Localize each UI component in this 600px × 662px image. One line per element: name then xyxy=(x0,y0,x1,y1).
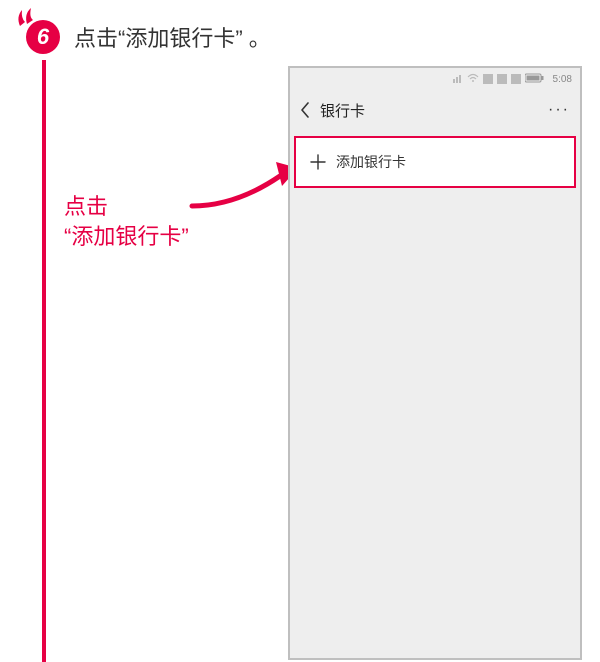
signal-icon xyxy=(453,73,463,86)
phone-mockup: 5:08 银行卡 ··· 添加银行卡 xyxy=(288,66,582,660)
step-title: 点击“添加银行卡” 。 xyxy=(74,21,271,53)
more-button[interactable]: ··· xyxy=(548,101,570,119)
status-icon xyxy=(497,74,507,84)
callout-line1: 点击 xyxy=(64,192,189,222)
arrow-icon xyxy=(186,158,298,210)
plus-icon xyxy=(310,154,326,170)
chevron-left-icon xyxy=(300,102,310,118)
callout-line2: “添加银行卡” xyxy=(64,222,189,252)
status-bar: 5:08 xyxy=(290,68,580,90)
status-time: 5:08 xyxy=(553,74,572,85)
nav-title: 银行卡 xyxy=(320,100,365,121)
battery-icon xyxy=(525,73,545,86)
callout-text: 点击 “添加银行卡” xyxy=(64,192,189,251)
add-card-row[interactable]: 添加银行卡 xyxy=(294,136,576,188)
wifi-icon xyxy=(467,73,479,86)
add-card-label: 添加银行卡 xyxy=(336,152,406,172)
step-header: 6 点击“添加银行卡” 。 xyxy=(0,0,600,54)
nav-bar: 银行卡 ··· xyxy=(290,90,580,130)
status-icon xyxy=(483,74,493,84)
vertical-divider xyxy=(42,60,46,662)
step-badge: 6 xyxy=(26,20,60,54)
flame-icon xyxy=(16,8,40,28)
phone-content-blank xyxy=(290,188,580,656)
nav-left: 银行卡 xyxy=(300,100,365,121)
back-button[interactable] xyxy=(300,102,310,118)
status-icon xyxy=(511,74,521,84)
